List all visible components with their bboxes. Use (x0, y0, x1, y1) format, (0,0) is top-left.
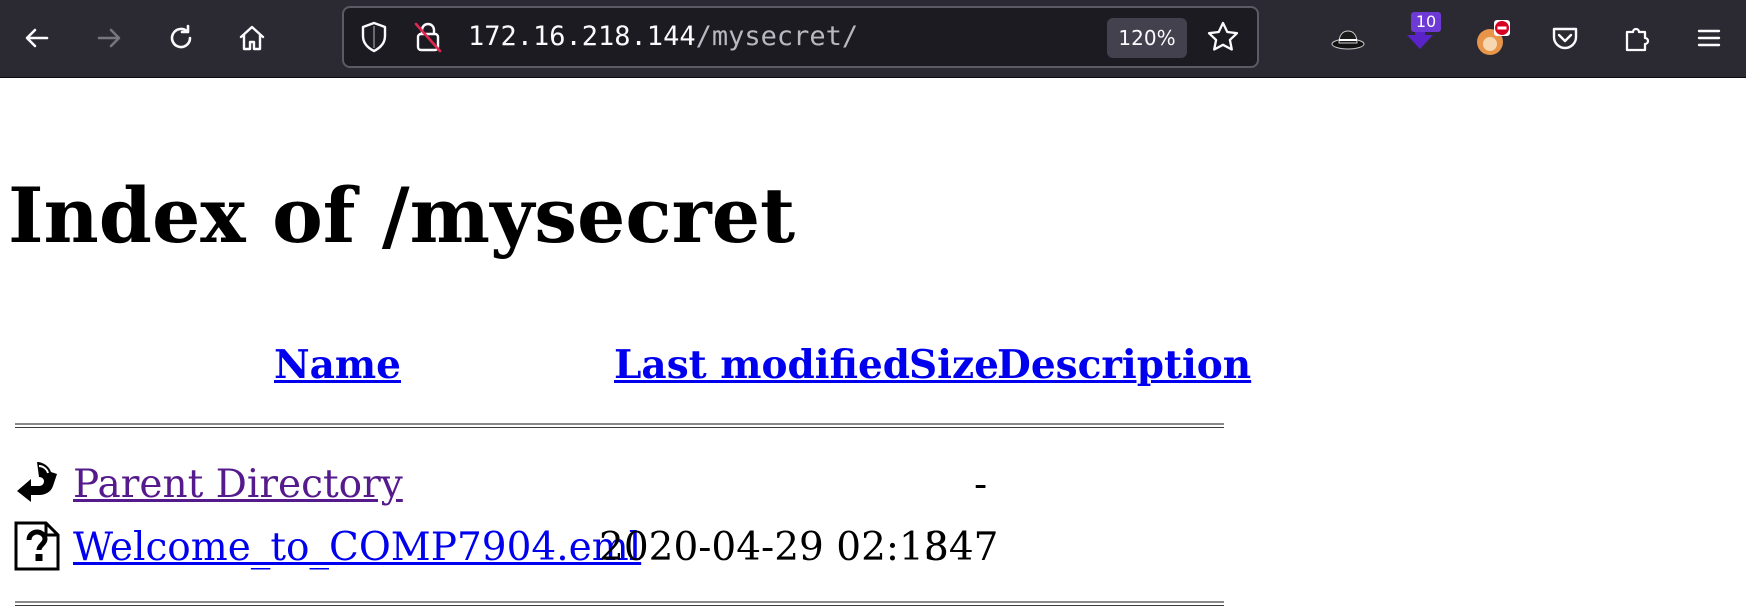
extension-count-badge: 10 (1411, 12, 1441, 32)
file-link[interactable]: Welcome_to_COMP7904.eml (73, 528, 641, 567)
url-host: 172.16.218.144 (468, 21, 696, 52)
back-arrow-icon (15, 458, 63, 506)
hamburger-menu-icon (1697, 29, 1721, 47)
column-header-last-modified[interactable]: Last modified (614, 346, 910, 385)
header-divider (15, 423, 1224, 428)
app-menu-button[interactable] (1685, 14, 1733, 62)
extension-hat-button[interactable] (1324, 14, 1372, 62)
forward-arrow-icon (97, 28, 121, 48)
column-header-size[interactable]: Size (909, 346, 999, 385)
home-icon (239, 25, 265, 51)
footer-divider (15, 601, 1224, 606)
pocket-button[interactable] (1541, 14, 1589, 62)
back-button[interactable] (13, 14, 61, 62)
column-header-description[interactable]: Description (997, 346, 1251, 385)
reload-button[interactable] (157, 14, 205, 62)
puzzle-piece-icon (1625, 27, 1650, 52)
file-size: 847 (924, 525, 999, 570)
home-button[interactable] (228, 14, 276, 62)
unknown-file-icon (13, 521, 61, 571)
address-bar[interactable]: 172.16.218.144/mysecret/ 120% (342, 6, 1259, 68)
parent-directory-size: - (974, 462, 988, 507)
url-path: /mysecret/ (695, 21, 859, 52)
hat-icon (1331, 30, 1365, 50)
parent-directory-link[interactable]: Parent Directory (73, 465, 403, 504)
page-title: Index of /mysecret (8, 171, 796, 260)
column-header-name[interactable]: Name (274, 346, 401, 385)
zoom-level-badge[interactable]: 120% (1107, 18, 1187, 58)
forward-button[interactable] (85, 14, 133, 62)
insecure-lock-icon[interactable] (412, 20, 444, 58)
url-text[interactable]: 172.16.218.144/mysecret/ (468, 8, 858, 66)
fox-blocker-icon (1477, 20, 1510, 55)
browser-toolbar: 172.16.218.144/mysecret/ 120% 10 (0, 0, 1746, 78)
bookmark-star-icon[interactable] (1206, 20, 1240, 58)
back-arrow-icon (25, 28, 49, 48)
extensions-button[interactable] (1613, 14, 1661, 62)
extension-blocker-button[interactable] (1468, 14, 1516, 62)
file-last-modified: 2020-04-29 02:13 (599, 525, 949, 570)
pocket-icon (1552, 27, 1578, 50)
shield-icon[interactable] (358, 20, 390, 58)
reload-icon (170, 24, 192, 49)
